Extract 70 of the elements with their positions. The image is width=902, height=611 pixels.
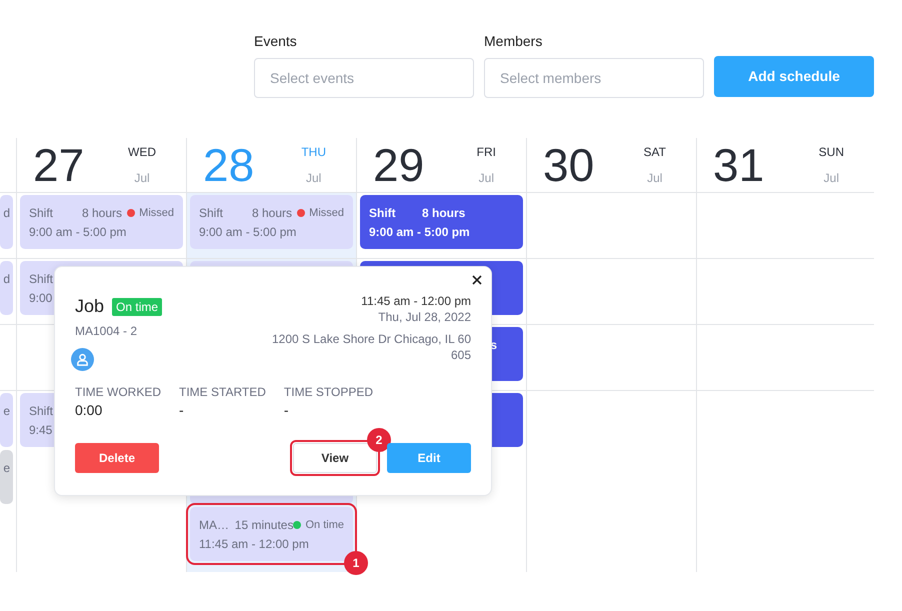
event-time: 9:00 xyxy=(29,291,54,305)
weekday: SUN xyxy=(818,145,844,159)
weekday: WED xyxy=(128,145,156,159)
event-status: Missed xyxy=(139,206,174,220)
job-time: 11:45 am - 12:00 pm xyxy=(361,293,471,309)
day-number: 30 xyxy=(543,142,594,188)
edit-button[interactable]: Edit xyxy=(387,443,471,473)
user-avatar-icon xyxy=(71,348,94,371)
select-field[interactable]: Select events xyxy=(254,58,474,98)
field-label: Events xyxy=(254,32,298,50)
event-title: Shift xyxy=(29,272,54,286)
stat-label: TIME STOPPED xyxy=(284,385,374,399)
event-time: 9:00 am - 5:00 pm xyxy=(199,225,298,239)
weekday: FRI xyxy=(476,145,496,159)
stat-value: - xyxy=(179,401,185,419)
event-card[interactable]: Shift 8 hours Missed 9:00 am - 5:00 pm xyxy=(20,195,183,249)
stat-value: - xyxy=(284,401,290,419)
event-card[interactable]: Shift 8 hours Missed 9:00 am - 5:00 pm xyxy=(190,195,353,249)
event-title: Shift xyxy=(369,206,397,220)
stat-value: 0:00 xyxy=(75,401,104,419)
event-title: Shift xyxy=(29,206,54,220)
event-duration: 8 hours xyxy=(422,206,466,220)
event-duration: 15 minutes xyxy=(234,518,294,532)
event-card[interactable]: MA… 15 minutes On time 11:45 am - 12:00 pm xyxy=(190,507,353,561)
month: Jul xyxy=(306,171,322,185)
month: Jul xyxy=(478,171,494,185)
delete-button[interactable]: Delete xyxy=(75,443,159,473)
event-card[interactable]: d xyxy=(0,195,13,249)
event-card[interactable]: e xyxy=(0,393,13,447)
event-title: Shift xyxy=(29,404,54,418)
stat-label: TIME STARTED xyxy=(179,385,266,399)
job-code: MA1004 - 2 xyxy=(75,323,138,340)
event-text: d xyxy=(3,272,10,286)
select-field[interactable]: Select members xyxy=(484,58,704,98)
event-time: 9:45 xyxy=(29,423,54,437)
job-date: Thu, Jul 28, 2022 xyxy=(378,309,471,325)
event-title: Shift xyxy=(199,206,224,220)
event-duration: 8 hours xyxy=(82,206,122,220)
event-title: MA… xyxy=(199,518,230,532)
month: Jul xyxy=(824,171,839,185)
step-marker: 1 xyxy=(344,551,368,575)
status-badge: On time xyxy=(112,298,162,316)
weekday: SAT xyxy=(644,145,666,159)
stat-label: TIME WORKED xyxy=(75,385,161,399)
event-status: Missed xyxy=(309,206,344,220)
event-duration: 8 hours xyxy=(252,206,292,220)
event-time: 9:00 am - 5:00 pm xyxy=(29,225,128,239)
month: Jul xyxy=(134,171,150,185)
event-time: 11:45 am - 12:00 pm xyxy=(199,537,310,551)
step-marker: 2 xyxy=(367,428,391,452)
close-icon[interactable] xyxy=(472,275,482,285)
day-number: 28 xyxy=(203,142,254,188)
add-schedule-button[interactable]: Add schedule xyxy=(714,56,874,97)
event-card[interactable]: Shift 8 hours 9:00 am - 5:00 pm xyxy=(360,195,523,249)
event-status: On time xyxy=(305,518,344,532)
job-title: Job xyxy=(75,295,104,318)
event-card[interactable]: e xyxy=(0,450,13,504)
day-number: 31 xyxy=(713,142,764,188)
event-text: e xyxy=(3,461,10,475)
weekday: THU xyxy=(301,145,326,159)
view-button[interactable]: View xyxy=(293,443,377,473)
month: Jul xyxy=(647,171,662,185)
event-text: e xyxy=(3,404,10,418)
event-card[interactable]: d xyxy=(0,261,13,315)
event-text: d xyxy=(3,206,10,220)
day-number: 29 xyxy=(373,142,424,188)
job-address: 1200 S Lake Shore Dr Chicago, IL 60605 xyxy=(271,331,471,363)
event-time: 9:00 am - 5:00 pm xyxy=(369,225,471,239)
day-number: 27 xyxy=(33,142,84,188)
field-label: Members xyxy=(484,32,544,50)
